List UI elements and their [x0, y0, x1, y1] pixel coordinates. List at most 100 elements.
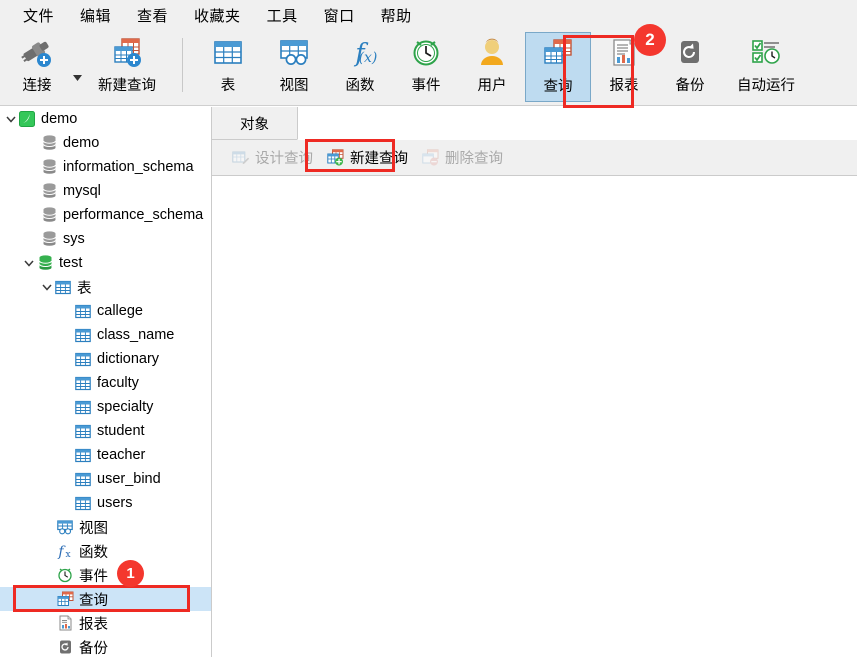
view-icon: [56, 519, 74, 535]
tree-label: 表: [77, 280, 92, 297]
tree-item-events[interactable]: 事件: [0, 563, 211, 587]
tree-item-table-teacher[interactable]: teacher: [0, 443, 211, 467]
tree-item-queries[interactable]: 查询: [0, 587, 211, 611]
database-icon: [40, 135, 58, 151]
tree-item-table-student[interactable]: student: [0, 419, 211, 443]
main-panel: 对象 设计查询 新建查询 删除查询: [212, 107, 857, 657]
tree-label: information_schema: [63, 159, 194, 175]
function-icon: f x: [56, 543, 74, 559]
tree-item-table-class-name[interactable]: class_name: [0, 323, 211, 347]
chevron-down-icon[interactable]: [4, 116, 18, 123]
tree-item-table-users[interactable]: users: [0, 491, 211, 515]
new-query-button[interactable]: 新建查询: [321, 145, 413, 171]
tree-label: 视图: [79, 520, 108, 537]
main-toolbar: 连接 新建查询 表 视图 f (x) 函数 事件 用户 查询 报表 备份 自动运…: [0, 30, 857, 106]
tab-objects[interactable]: 对象: [212, 107, 297, 139]
design-query-label: 设计查询: [255, 151, 313, 167]
function-icon: f (x): [342, 32, 378, 72]
object-command-bar: 设计查询 新建查询 删除查询: [212, 140, 857, 176]
toolbar-button-connect[interactable]: 连接: [4, 32, 70, 102]
database-icon: [40, 159, 58, 175]
toolbar-separator: [182, 38, 183, 92]
tree-item-table-user-bind[interactable]: user_bind: [0, 467, 211, 491]
table-icon: [74, 328, 92, 343]
tree-item-database-mysql[interactable]: mysql: [0, 179, 211, 203]
tree-item-table-faculty[interactable]: faculty: [0, 371, 211, 395]
tree-item-table-dictionary[interactable]: dictionary: [0, 347, 211, 371]
toolbar-button-automation[interactable]: 自动运行: [723, 32, 809, 102]
chevron-down-icon[interactable]: [22, 260, 36, 267]
toolbar-button-new-query[interactable]: 新建查询: [84, 32, 170, 102]
table-folder-icon: [54, 280, 72, 295]
toolbar-label-events: 事件: [411, 78, 441, 94]
table-icon: [74, 400, 92, 415]
delete-query-button[interactable]: 删除查询: [416, 145, 508, 171]
toolbar-button-views[interactable]: 视图: [261, 32, 327, 102]
toolbar-button-reports[interactable]: 报表: [591, 32, 657, 102]
tree-item-connection-demo[interactable]: demo: [0, 107, 211, 131]
backup-icon: [56, 639, 74, 655]
toolbar-label-reports: 报表: [609, 78, 639, 94]
report-icon: [608, 32, 640, 72]
query-list-area[interactable]: [212, 176, 857, 657]
tree-item-database-test[interactable]: test: [0, 251, 211, 275]
tree-label: performance_schema: [63, 207, 204, 223]
tree-item-database-demo[interactable]: demo: [0, 131, 211, 155]
table-icon: [74, 448, 92, 463]
tree-label: users: [97, 495, 133, 511]
menu-item-view[interactable]: 查看: [124, 2, 181, 29]
tree-label: 事件: [79, 568, 108, 585]
tree-label: user_bind: [97, 471, 161, 487]
tree-item-table-specialty[interactable]: specialty: [0, 395, 211, 419]
tree-item-tables-folder[interactable]: 表: [0, 275, 211, 299]
table-icon: [74, 424, 92, 439]
object-tree-sidebar[interactable]: demo demo information_schema mysql perfo…: [0, 107, 212, 657]
tab-strip-filler: [297, 107, 857, 140]
menu-item-window[interactable]: 窗口: [311, 2, 368, 29]
new-query-icon: [326, 149, 346, 167]
tree-label: 查询: [79, 592, 108, 609]
delete-query-icon: [421, 149, 441, 167]
tree-label: callege: [97, 303, 143, 319]
tree-item-reports[interactable]: 报表: [0, 611, 211, 635]
toolbar-label-backup: 备份: [675, 78, 705, 94]
toolbar-button-events[interactable]: 事件: [393, 32, 459, 102]
toolbar-button-users[interactable]: 用户: [459, 32, 525, 102]
toolbar-button-query[interactable]: 查询: [525, 32, 591, 102]
report-icon: [56, 615, 74, 631]
tree-item-views[interactable]: 视图: [0, 515, 211, 539]
database-icon: [40, 207, 58, 223]
toolbar-label-views: 视图: [279, 78, 309, 94]
tree-label: class_name: [97, 327, 175, 343]
menu-item-favorites[interactable]: 收藏夹: [181, 2, 254, 29]
tree-item-functions[interactable]: f x 函数: [0, 539, 211, 563]
table-icon: [212, 32, 244, 72]
tree-item-database-information-schema[interactable]: information_schema: [0, 155, 211, 179]
menu-item-file[interactable]: 文件: [10, 2, 67, 29]
tree-label: 函数: [79, 544, 108, 561]
toolbar-label-query: 查询: [543, 79, 573, 95]
tree-item-table-callege[interactable]: callege: [0, 299, 211, 323]
connect-dropdown-chevron-down-icon[interactable]: [70, 30, 84, 100]
tree-label: mysql: [63, 183, 101, 199]
tree-item-backup[interactable]: 备份: [0, 635, 211, 657]
tree-label: test: [59, 255, 83, 271]
menu-item-tools[interactable]: 工具: [254, 2, 311, 29]
chevron-down-icon[interactable]: [40, 284, 54, 291]
tree-label: 报表: [79, 616, 108, 633]
table-icon: [74, 376, 92, 391]
menu-item-edit[interactable]: 编辑: [67, 2, 124, 29]
svg-text:(x): (x): [359, 50, 378, 66]
toolbar-button-tables[interactable]: 表: [195, 32, 261, 102]
application-window: 文件 编辑 查看 收藏夹 工具 窗口 帮助 连接 新建查询 表 视图 f (x)…: [0, 0, 857, 657]
tree-label: sys: [63, 231, 85, 247]
design-query-button[interactable]: 设计查询: [226, 145, 318, 171]
toolbar-button-functions[interactable]: f (x) 函数: [327, 32, 393, 102]
toolbar-label-connect: 连接: [22, 78, 52, 94]
toolbar-button-backup[interactable]: 备份: [657, 32, 723, 102]
clock-icon: [56, 567, 74, 583]
menu-item-help[interactable]: 帮助: [368, 2, 425, 29]
tree-item-database-performance-schema[interactable]: performance_schema: [0, 203, 211, 227]
tree-item-database-sys[interactable]: sys: [0, 227, 211, 251]
tree-label: demo: [63, 135, 100, 151]
